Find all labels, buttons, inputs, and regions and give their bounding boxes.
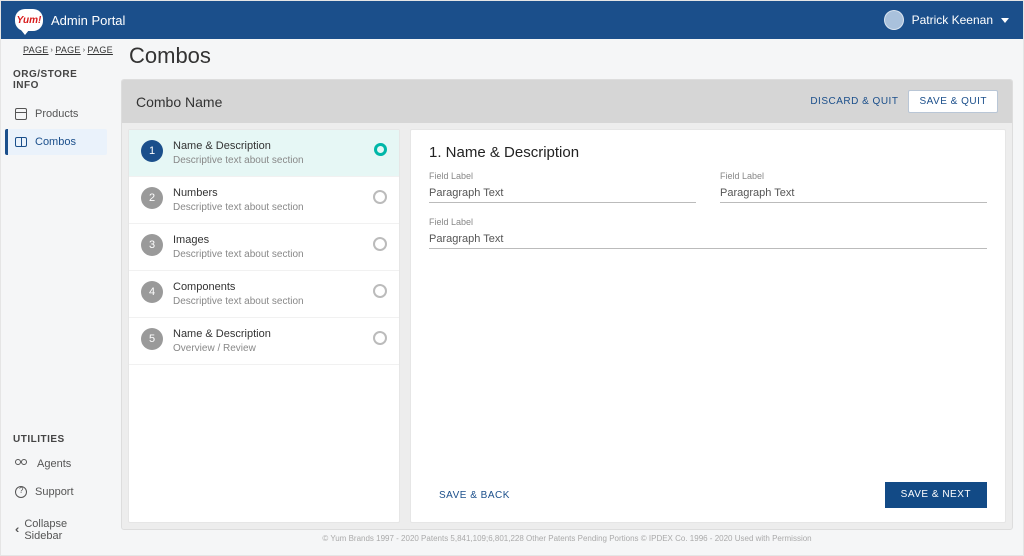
step-number: 2 <box>141 187 163 209</box>
step-desc: Descriptive text about section <box>173 249 363 260</box>
field-label: Field Label <box>429 217 987 227</box>
avatar-icon <box>884 10 904 30</box>
text-input[interactable] <box>429 184 696 203</box>
step-item[interactable]: 1 Name & Description Descriptive text ab… <box>129 130 399 177</box>
collapse-label: Collapse Sidebar <box>24 518 97 542</box>
sidebar-item-support[interactable]: Support <box>5 479 107 505</box>
step-desc: Overview / Review <box>173 343 363 354</box>
step-title: Name & Description <box>173 328 363 340</box>
breadcrumb-item[interactable]: PAGE <box>55 45 81 55</box>
panel-title: Combo Name <box>136 94 222 110</box>
app-title: Admin Portal <box>51 13 125 28</box>
status-ring-icon <box>373 284 387 298</box>
step-desc: Descriptive text about section <box>173 155 364 166</box>
sidebar-item-label: Combos <box>35 136 76 148</box>
step-number: 4 <box>141 281 163 303</box>
form-field: Field Label <box>720 171 987 203</box>
brand-logo: Yum! Admin Portal <box>15 9 125 31</box>
app-header: Yum! Admin Portal Patrick Keenan <box>1 1 1023 39</box>
panel-header: Combo Name DISCARD & QUIT SAVE & QUIT <box>122 80 1012 123</box>
step-list: 1 Name & Description Descriptive text ab… <box>128 129 400 523</box>
step-title: Numbers <box>173 187 363 199</box>
sidebar-item-label: Support <box>35 486 74 498</box>
form-field: Field Label <box>429 171 696 203</box>
book-icon <box>15 137 27 147</box>
form-heading: 1. Name & Description <box>429 144 987 161</box>
legal-footer: © Yum Brands 1997 - 2020 Patents 5,841,1… <box>121 530 1013 545</box>
save-quit-button[interactable]: SAVE & QUIT <box>908 90 998 113</box>
status-ring-icon <box>373 190 387 204</box>
sidebar-item-label: Agents <box>37 458 71 470</box>
form-panel: 1. Name & Description Field Label Field … <box>410 129 1006 523</box>
status-ring-icon <box>374 143 387 156</box>
page-title: Combos <box>121 39 1013 79</box>
user-name: Patrick Keenan <box>912 13 993 27</box>
breadcrumb: PAGE›PAGE›PAGE <box>5 39 107 55</box>
form-field: Field Label <box>429 217 987 249</box>
user-menu[interactable]: Patrick Keenan <box>884 10 1009 30</box>
step-desc: Descriptive text about section <box>173 296 363 307</box>
step-item[interactable]: 4 Components Descriptive text about sect… <box>129 271 399 318</box>
sidebar-section-label: ORG/STORE INFO <box>5 55 107 101</box>
editor-panel: Combo Name DISCARD & QUIT SAVE & QUIT 1 … <box>121 79 1013 530</box>
step-item[interactable]: 2 Numbers Descriptive text about section <box>129 177 399 224</box>
field-label: Field Label <box>429 171 696 181</box>
sidebar-item-products[interactable]: Products <box>5 101 107 127</box>
main-content: Combos Combo Name DISCARD & QUIT SAVE & … <box>111 39 1023 555</box>
step-title: Name & Description <box>173 140 364 152</box>
step-number: 3 <box>141 234 163 256</box>
support-icon <box>15 486 27 498</box>
step-number: 5 <box>141 328 163 350</box>
step-number: 1 <box>141 140 163 162</box>
step-item[interactable]: 3 Images Descriptive text about section <box>129 224 399 271</box>
save-next-button[interactable]: SAVE & NEXT <box>885 482 987 508</box>
chevron-down-icon <box>1001 18 1009 23</box>
breadcrumb-item[interactable]: PAGE <box>87 45 113 55</box>
sidebar-item-agents[interactable]: Agents <box>5 451 107 477</box>
status-ring-icon <box>373 237 387 251</box>
sidebar-item-label: Products <box>35 108 78 120</box>
step-title: Components <box>173 281 363 293</box>
text-input[interactable] <box>429 230 987 249</box>
collapse-sidebar-button[interactable]: ‹‹ Collapse Sidebar <box>5 511 107 549</box>
discard-quit-button[interactable]: DISCARD & QUIT <box>800 90 908 113</box>
box-icon <box>15 108 27 120</box>
breadcrumb-item[interactable]: PAGE <box>23 45 49 55</box>
status-ring-icon <box>373 331 387 345</box>
sidebar-section-label: UTILITIES <box>5 424 107 451</box>
chevrons-left-icon: ‹‹ <box>15 524 16 536</box>
step-item[interactable]: 5 Name & Description Overview / Review <box>129 318 399 365</box>
sidebar: PAGE›PAGE›PAGE ORG/STORE INFO Products C… <box>1 39 111 555</box>
logo-icon: Yum! <box>15 9 43 31</box>
people-icon <box>15 459 29 469</box>
sidebar-item-combos[interactable]: Combos <box>5 129 107 155</box>
step-desc: Descriptive text about section <box>173 202 363 213</box>
text-input[interactable] <box>720 184 987 203</box>
step-title: Images <box>173 234 363 246</box>
save-back-button[interactable]: SAVE & BACK <box>429 484 520 507</box>
field-label: Field Label <box>720 171 987 181</box>
